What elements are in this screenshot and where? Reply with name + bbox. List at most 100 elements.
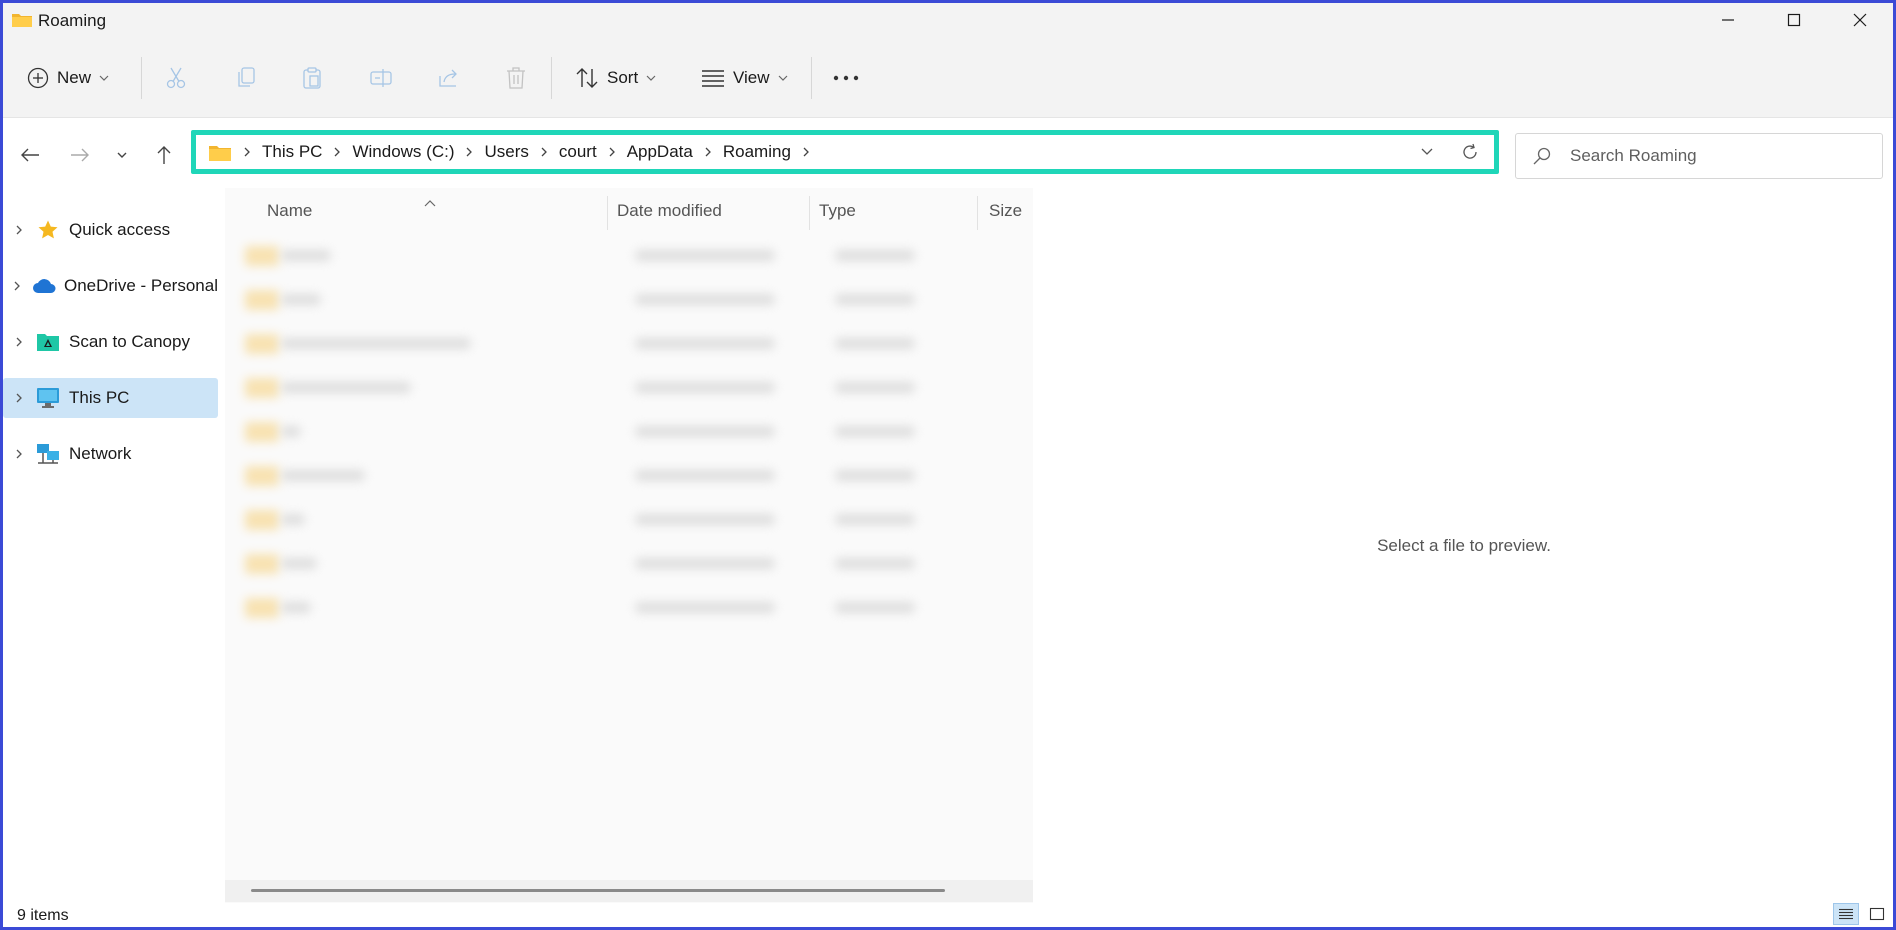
maximize-icon (1787, 13, 1801, 27)
redacted-date (635, 514, 775, 525)
column-header-date-modified[interactable]: Date modified (617, 196, 722, 226)
chevron-right-icon (608, 146, 616, 158)
chevron-right-icon[interactable] (802, 146, 810, 158)
sidebar-item-network[interactable]: Network (3, 434, 218, 474)
star-icon (35, 219, 61, 241)
search-box[interactable] (1515, 133, 1883, 179)
column-header-name[interactable]: Name (267, 196, 312, 226)
sidebar-item-onedrive[interactable]: OneDrive - Personal (3, 266, 218, 306)
breadcrumb-court[interactable]: court (559, 142, 597, 162)
copy-button[interactable] (235, 61, 257, 95)
sort-button[interactable]: Sort (575, 61, 656, 95)
redacted-type (835, 426, 915, 437)
column-divider[interactable] (977, 196, 978, 230)
computer-icon (35, 387, 61, 409)
search-input[interactable] (1570, 134, 1870, 178)
scrollbar-thumb[interactable] (251, 889, 945, 892)
view-button[interactable]: View (701, 61, 788, 95)
paste-button[interactable] (301, 61, 323, 95)
chevron-down-icon (117, 152, 127, 158)
chevron-right-icon[interactable] (3, 448, 35, 460)
redacted-date (635, 558, 775, 569)
back-button[interactable] (15, 140, 45, 170)
redacted-type (835, 338, 915, 349)
redacted-name (281, 602, 311, 613)
plus-circle-icon (27, 67, 49, 89)
details-view-button[interactable] (1833, 903, 1859, 925)
column-header-type[interactable]: Type (819, 196, 856, 226)
folder-icon (245, 246, 279, 266)
redacted-type (835, 558, 915, 569)
chevron-right-icon[interactable] (3, 392, 35, 404)
redacted-name (281, 294, 321, 305)
redacted-type (835, 250, 915, 261)
column-header-label: Name (267, 201, 313, 220)
sidebar-item-scan-to-canopy[interactable]: Scan to Canopy (3, 322, 218, 362)
address-bar[interactable]: This PC Windows (C:) Users court AppData… (191, 130, 1499, 174)
breadcrumb-roaming[interactable]: Roaming (723, 142, 791, 162)
column-divider[interactable] (607, 196, 608, 230)
preview-pane: Select a file to preview. (1035, 188, 1893, 898)
canopy-folder-icon (35, 331, 61, 353)
folder-icon (208, 143, 232, 162)
sidebar-item-label: This PC (69, 388, 130, 407)
close-button[interactable] (1827, 3, 1893, 37)
rename-button[interactable] (369, 61, 393, 95)
status-bar: 9 items (3, 903, 1893, 927)
folder-icon (245, 290, 279, 310)
sort-label: Sort (607, 68, 639, 87)
folder-icon (245, 334, 279, 354)
folder-icon (245, 378, 279, 398)
copy-icon (238, 67, 255, 87)
chevron-right-icon[interactable] (3, 336, 35, 348)
tiles-view-icon (1869, 907, 1885, 921)
chevron-right-icon (540, 146, 548, 158)
file-list: Name Date modified Type Size (225, 188, 1033, 904)
horizontal-scrollbar[interactable] (225, 880, 1033, 902)
redacted-name (281, 338, 471, 349)
scissors-icon (166, 67, 186, 89)
chevron-right-icon[interactable] (3, 280, 32, 292)
arrow-right-icon (71, 148, 89, 162)
redacted-name (281, 382, 411, 393)
folder-icon (245, 554, 279, 574)
column-header-label: Size (989, 201, 1023, 220)
breadcrumb-this-pc[interactable]: This PC (262, 142, 322, 162)
column-divider[interactable] (809, 196, 810, 230)
network-icon (35, 443, 61, 465)
cut-button[interactable] (165, 61, 187, 95)
folder-icon (245, 422, 279, 442)
sidebar-item-label: Network (69, 444, 132, 463)
refresh-button[interactable] (1460, 142, 1480, 167)
recent-locations-button[interactable] (107, 140, 137, 170)
forward-button[interactable] (65, 140, 95, 170)
navigation-pane: Quick access OneDrive - Personal Scan to… (3, 188, 223, 898)
up-button[interactable] (149, 140, 179, 170)
redacted-date (635, 294, 775, 305)
minimize-icon (1722, 19, 1734, 21)
redacted-type (835, 602, 915, 613)
breadcrumb-users[interactable]: Users (484, 142, 528, 162)
breadcrumb-windows-c[interactable]: Windows (C:) (352, 142, 454, 162)
share-button[interactable] (437, 61, 461, 95)
title-bar: Roaming (3, 3, 1893, 37)
list-view-icon (702, 70, 724, 87)
sidebar-item-this-pc[interactable]: This PC (3, 378, 218, 418)
new-button[interactable]: New (27, 61, 109, 95)
minimize-button[interactable] (1695, 3, 1761, 37)
breadcrumb-appdata[interactable]: AppData (627, 142, 693, 162)
close-icon (1853, 13, 1867, 27)
refresh-icon (1463, 143, 1477, 159)
delete-button[interactable] (505, 61, 527, 95)
rename-icon (370, 69, 392, 87)
more-options-button[interactable] (833, 61, 859, 95)
large-icons-view-button[interactable] (1865, 903, 1889, 925)
redacted-name (281, 514, 305, 525)
chevron-right-icon[interactable] (3, 224, 35, 236)
maximize-button[interactable] (1761, 3, 1827, 37)
details-view-icon (1839, 908, 1853, 920)
sidebar-item-quick-access[interactable]: Quick access (3, 210, 218, 250)
column-header-size[interactable]: Size (989, 196, 1022, 226)
chevron-right-icon (243, 146, 251, 158)
address-history-button[interactable] (1420, 143, 1434, 166)
